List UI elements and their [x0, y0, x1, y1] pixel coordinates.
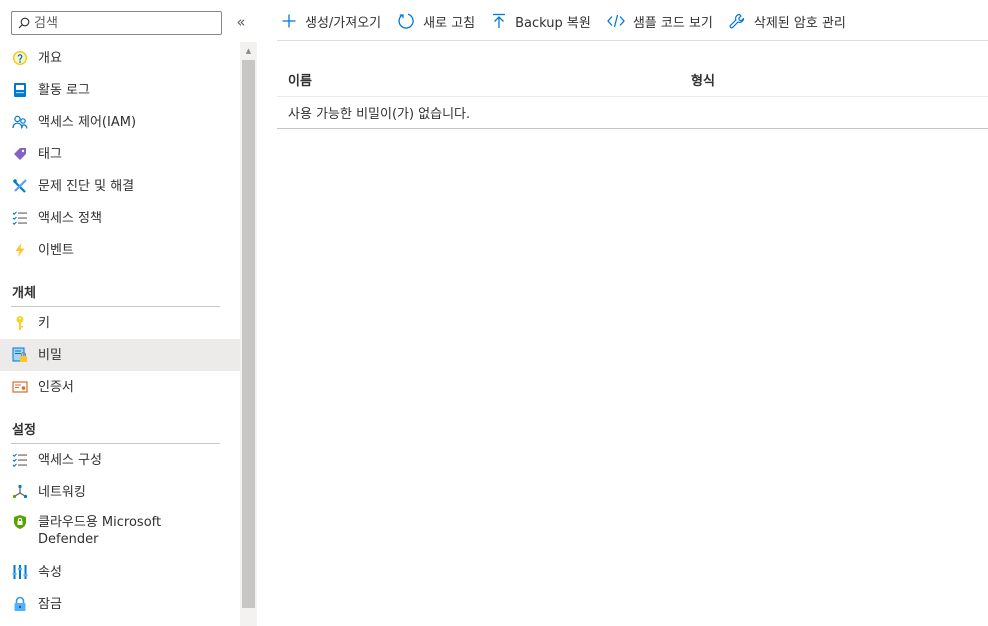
sidebar-item-label: 비밀	[38, 347, 62, 363]
sidebar-item-events[interactable]: 이벤트	[0, 234, 240, 266]
overview-icon	[12, 50, 28, 66]
access-policy-icon	[12, 210, 28, 226]
key-icon	[12, 315, 28, 331]
empty-state-message: 사용 가능한 비밀이(가) 없습니다.	[277, 97, 988, 129]
section-header-objects: 개체	[12, 286, 36, 301]
sidebar-item-label: 속성	[38, 564, 62, 580]
upload-arrow-icon	[493, 13, 506, 28]
tag-icon	[12, 146, 28, 162]
view-sample-code-label: 샘플 코드 보기	[632, 15, 713, 31]
sidebar-item-label: 액세스 정책	[38, 210, 102, 226]
sidebar-item-defender[interactable]: 클라우드용 Microsoft Defender	[0, 508, 240, 556]
sidebar-item-properties[interactable]: 속성	[0, 556, 240, 588]
access-config-icon	[12, 452, 28, 468]
sidebar-item-access-configuration[interactable]: 액세스 구성	[0, 444, 240, 476]
sidebar-item-access-policies[interactable]: 액세스 정책	[0, 202, 240, 234]
sidebar-item-certificates[interactable]: 인증서	[0, 371, 240, 403]
command-bar: 생성/가져오기 새로 고침 Backup 복원 샘플 코드 보기 삭제된 암호 …	[277, 0, 988, 42]
manage-deleted-secrets-label: 삭제된 암호 관리	[753, 15, 846, 31]
create-import-label: 생성/가져오기	[305, 15, 382, 31]
column-header-name[interactable]: 이름	[288, 70, 312, 89]
lock-icon	[12, 596, 28, 612]
column-header-type[interactable]: 형식	[691, 70, 715, 89]
restore-backup-label: Backup 복원	[515, 15, 591, 31]
activity-log-icon	[12, 82, 28, 98]
plus-icon	[282, 14, 296, 28]
scrollbar-thumb[interactable]	[242, 60, 255, 608]
sidebar-item-label: 네트워킹	[38, 484, 86, 500]
sidebar-item-tags[interactable]: 태그	[0, 138, 240, 170]
sidebar-item-label: 클라우드용 Microsoft Defender	[38, 515, 162, 547]
search-input[interactable]	[34, 13, 214, 33]
sidebar-scrollbar[interactable]: ▲	[240, 42, 257, 626]
resource-menu: 개요 활동 로그 액세스 제어(IAM) 태그 문제 진단 및 해결 액세스 정…	[0, 42, 240, 620]
sidebar-item-networking[interactable]: 네트워킹	[0, 476, 240, 508]
diagnose-icon	[12, 178, 28, 194]
sidebar-item-label: 키	[38, 315, 50, 331]
wrench-icon	[729, 13, 744, 28]
collapse-sidebar-button[interactable]: «	[232, 12, 250, 32]
sidebar-item-activity-log[interactable]: 활동 로그	[0, 74, 240, 106]
sidebar-item-secrets[interactable]: 비밀	[0, 339, 240, 371]
secrets-grid: 이름 형식 사용 가능한 비밀이(가) 없습니다.	[277, 63, 988, 129]
sidebar-item-label: 잠금	[38, 596, 62, 612]
sidebar-item-keys[interactable]: 키	[0, 307, 240, 339]
sidebar-item-label: 활동 로그	[38, 82, 90, 98]
events-icon	[12, 242, 28, 258]
view-sample-code-button[interactable]: 샘플 코드 보기	[599, 5, 721, 37]
networking-icon	[12, 484, 28, 500]
grid-header-row: 이름 형식	[277, 63, 988, 97]
sidebar-item-label: 액세스 제어(IAM)	[38, 114, 137, 130]
sidebar-item-label: 액세스 구성	[38, 452, 102, 468]
sidebar: « 개요 활동 로그 액세스 제어(IAM) 태그	[0, 0, 257, 626]
command-bar-divider	[277, 40, 988, 41]
refresh-label: 새로 고침	[423, 15, 476, 31]
certificate-icon	[12, 379, 28, 395]
defender-shield-icon	[12, 514, 28, 530]
sidebar-item-label: 인증서	[38, 379, 74, 395]
refresh-button[interactable]: 새로 고침	[389, 5, 483, 37]
properties-icon	[12, 564, 28, 580]
restore-backup-button[interactable]: Backup 복원	[483, 5, 599, 37]
sidebar-item-label: 개요	[38, 50, 62, 66]
manage-deleted-secrets-button[interactable]: 삭제된 암호 관리	[721, 5, 854, 37]
search-box[interactable]	[11, 11, 222, 35]
refresh-icon	[398, 13, 414, 29]
sidebar-item-locks[interactable]: 잠금	[0, 588, 240, 620]
sidebar-item-label: 태그	[38, 146, 62, 162]
sidebar-item-overview[interactable]: 개요	[0, 42, 240, 74]
section-header-settings: 설정	[12, 423, 36, 438]
sidebar-item-iam[interactable]: 액세스 제어(IAM)	[0, 106, 240, 138]
sidebar-item-label: 이벤트	[38, 242, 74, 258]
search-icon	[18, 17, 30, 29]
iam-icon	[12, 114, 28, 130]
sidebar-item-diagnose[interactable]: 문제 진단 및 해결	[0, 170, 240, 202]
sidebar-item-label: 문제 진단 및 해결	[38, 178, 135, 194]
create-import-button[interactable]: 생성/가져오기	[277, 5, 389, 37]
scroll-up-arrow[interactable]: ▲	[240, 42, 257, 59]
code-icon	[606, 14, 625, 28]
secret-icon	[12, 347, 28, 363]
